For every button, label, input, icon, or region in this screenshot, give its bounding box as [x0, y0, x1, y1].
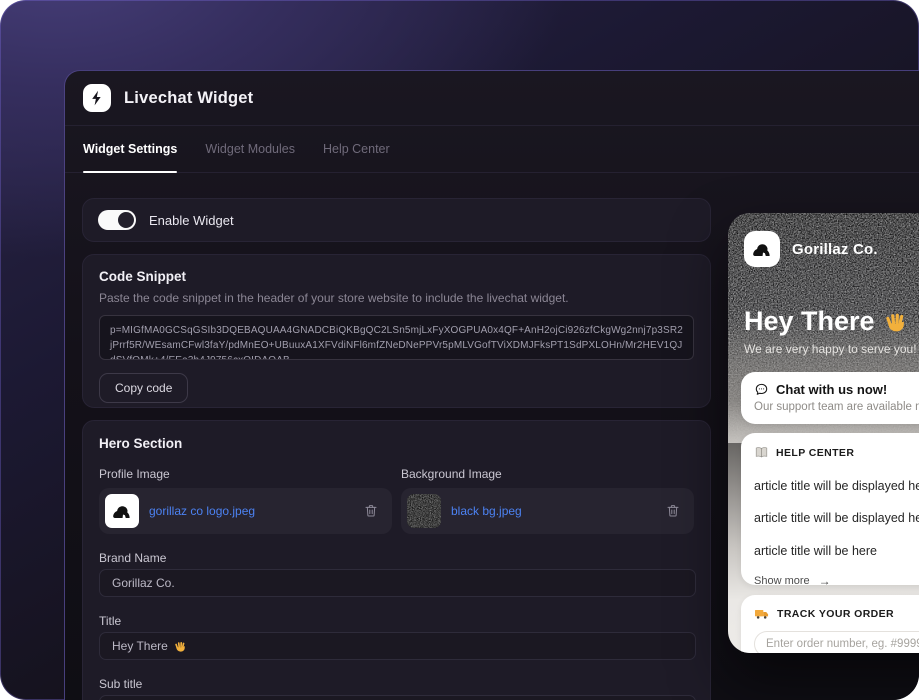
- code-snippet-text[interactable]: p=MIGfMA0GCSqGSIb3DQEBAQUAA4GNADCBiQKBgQ…: [99, 315, 694, 360]
- chat-card-subtitle: Our support team are available now: [754, 401, 919, 413]
- show-more-label: Show more: [754, 574, 810, 586]
- tab-bar: Widget Settings Widget Modules Help Cent…: [65, 126, 919, 173]
- order-number-input[interactable]: [754, 631, 919, 653]
- profile-image-delete-button[interactable]: [362, 502, 380, 520]
- preview-hero-title: Hey There: [744, 306, 908, 337]
- panel-header: Livechat Widget: [65, 71, 919, 126]
- help-center-header: HELP CENTER: [754, 445, 919, 460]
- background-image-field: Background Image black bg.jpeg: [401, 451, 694, 534]
- chat-card[interactable]: Chat with us now! Our support team are a…: [741, 372, 919, 424]
- background-image-label: Background Image: [401, 467, 502, 481]
- preview-brand-row: Gorillaz Co.: [744, 231, 878, 267]
- profile-image-label: Profile Image: [99, 467, 170, 481]
- track-order-card: TRACK YOUR ORDER: [741, 595, 919, 653]
- background-image-delete-button[interactable]: [664, 502, 682, 520]
- title-input[interactable]: Hey There: [99, 632, 696, 660]
- preview-brand-name: Gorillaz Co.: [792, 240, 878, 258]
- app-window: Livechat Widget Widget Settings Widget M…: [0, 0, 919, 700]
- trash-icon: [365, 505, 377, 517]
- copy-code-button[interactable]: Copy code: [99, 373, 189, 403]
- profile-image-upload[interactable]: gorillaz co logo.jpeg: [99, 488, 392, 534]
- background-image-upload[interactable]: black bg.jpeg: [401, 488, 694, 534]
- background-image-filename[interactable]: black bg.jpeg: [451, 504, 522, 518]
- preview-brand-logo: [744, 231, 780, 267]
- help-article-item[interactable]: article title will be displayed here.: [754, 511, 919, 525]
- enable-widget-toggle[interactable]: [98, 210, 136, 230]
- page-title: Livechat Widget: [124, 88, 254, 107]
- profile-image-filename[interactable]: gorillaz co logo.jpeg: [149, 504, 255, 518]
- chat-card-title: Chat with us now!: [776, 382, 888, 397]
- title-label: Title: [99, 614, 122, 628]
- truck-icon: [755, 610, 769, 619]
- gorilla-logo-icon: [113, 506, 130, 518]
- track-order-header: TRACK YOUR ORDER: [754, 606, 919, 622]
- chat-bubble-icon: [755, 383, 768, 395]
- title-input-value: Hey There: [112, 639, 168, 653]
- track-order-title: TRACK YOUR ORDER: [777, 608, 895, 620]
- wave-hand-icon: [885, 313, 904, 331]
- image-upload-row: Profile Image gorillaz co logo.jpeg Back…: [99, 451, 694, 534]
- subtitle-label: Sub title: [99, 677, 143, 691]
- toggle-knob: [118, 212, 134, 228]
- hero-section-title: Hero Section: [99, 436, 183, 451]
- book-icon: [755, 447, 768, 458]
- help-center-card: HELP CENTER article title will be displa…: [741, 433, 919, 585]
- trash-icon: [667, 505, 679, 517]
- help-article-item[interactable]: article title will be displayed here: [754, 479, 919, 493]
- gorilla-logo-icon: [753, 244, 770, 256]
- enable-widget-card: Enable Widget: [82, 198, 711, 242]
- show-more-link[interactable]: Show more →: [754, 574, 919, 586]
- brand-name-input[interactable]: [99, 569, 696, 597]
- help-center-title: HELP CENTER: [776, 446, 855, 459]
- hero-section-card: Hero Section Profile Image gorillaz co l…: [82, 420, 711, 700]
- profile-image-field: Profile Image gorillaz co logo.jpeg: [99, 451, 392, 534]
- brand-name-label: Brand Name: [99, 551, 167, 565]
- background-image-thumbnail: [407, 494, 441, 528]
- code-snippet-title: Code Snippet: [99, 269, 186, 284]
- tab-help-center[interactable]: Help Center: [323, 126, 390, 172]
- widget-preview: Gorillaz Co. Hey There We are very happy…: [728, 213, 919, 653]
- enable-widget-label: Enable Widget: [149, 212, 234, 228]
- app-icon: [83, 84, 111, 112]
- help-article-item[interactable]: article title will be here: [754, 544, 919, 558]
- wave-hand-icon: [175, 641, 185, 652]
- preview-hero-title-text: Hey There: [744, 306, 875, 336]
- tab-widget-modules[interactable]: Widget Modules: [205, 126, 295, 172]
- code-snippet-description: Paste the code snippet in the header of …: [99, 291, 569, 305]
- code-snippet-card: Code Snippet Paste the code snippet in t…: [82, 254, 711, 408]
- tab-widget-settings[interactable]: Widget Settings: [83, 126, 178, 173]
- lightning-icon: [92, 90, 101, 106]
- chat-card-header: Chat with us now!: [754, 382, 919, 397]
- arrow-right-icon: →: [818, 573, 831, 586]
- profile-image-thumbnail: [105, 494, 139, 528]
- preview-hero-subtitle: We are very happy to serve you!: [744, 342, 917, 356]
- black-texture-thumb: [407, 494, 441, 528]
- subtitle-input[interactable]: [99, 695, 696, 700]
